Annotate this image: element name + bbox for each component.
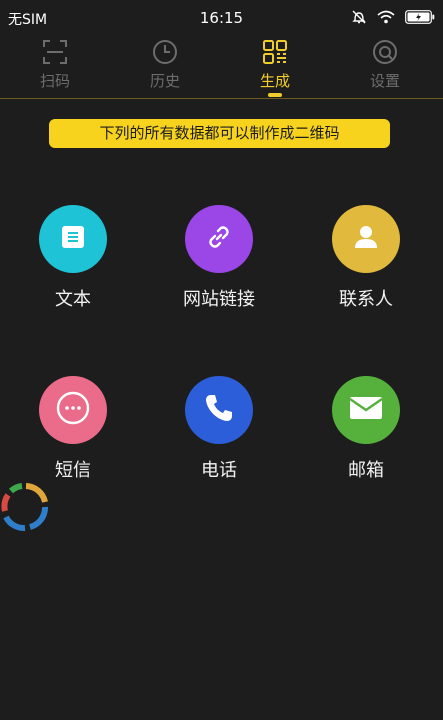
mail-icon <box>348 394 384 426</box>
tile-website-link-label: 网站链接 <box>183 289 255 310</box>
tab-history[interactable]: 历史 <box>110 32 220 98</box>
sms-circle <box>39 376 107 444</box>
tile-contact-label: 联系人 <box>339 289 393 310</box>
document-icon <box>59 223 87 255</box>
tab-bar: 扫码 历史 生成 设置 <box>0 32 443 99</box>
tab-generate-label: 生成 <box>259 72 290 90</box>
scan-icon <box>42 39 68 65</box>
active-tab-indicator <box>268 93 282 97</box>
tile-text[interactable]: 文本 <box>3 205 143 325</box>
tab-settings-label: 设置 <box>369 72 400 90</box>
tile-phone-label: 电话 <box>201 460 237 481</box>
status-bar: 无SIM 16:15 <box>0 0 443 32</box>
email-circle <box>332 376 400 444</box>
status-icons <box>351 8 435 26</box>
alarm-off-icon <box>351 9 367 25</box>
tile-text-label: 文本 <box>55 289 91 310</box>
tab-generate[interactable]: 生成 <box>220 32 330 98</box>
tab-history-label: 历史 <box>149 72 180 90</box>
wifi-icon <box>377 10 395 24</box>
phone-circle <box>185 376 253 444</box>
battery-icon <box>405 10 435 24</box>
tile-phone[interactable]: 电话 <box>149 376 289 496</box>
phone-icon <box>203 392 235 428</box>
info-banner: 下列的所有数据都可以制作成二维码 <box>49 119 390 148</box>
text-circle <box>39 205 107 273</box>
contact-circle <box>332 205 400 273</box>
tile-email[interactable]: 邮箱 <box>296 376 436 496</box>
tile-sms[interactable]: 短信 <box>3 376 143 496</box>
chat-bubble-icon <box>55 390 91 430</box>
loading-spinner-icon <box>0 481 52 537</box>
clock-icon <box>152 39 178 65</box>
tab-scan-label: 扫码 <box>39 72 70 90</box>
tile-email-label: 邮箱 <box>348 460 384 481</box>
tab-settings[interactable]: 设置 <box>330 32 440 98</box>
tile-contact[interactable]: 联系人 <box>296 205 436 325</box>
qr-grid-icon <box>262 39 288 65</box>
link-icon <box>203 221 235 257</box>
tile-sms-label: 短信 <box>55 460 91 481</box>
link-circle <box>185 205 253 273</box>
tab-scan[interactable]: 扫码 <box>0 32 110 98</box>
tile-website-link[interactable]: 网站链接 <box>149 205 289 325</box>
person-icon <box>351 222 381 256</box>
settings-icon <box>372 39 398 65</box>
